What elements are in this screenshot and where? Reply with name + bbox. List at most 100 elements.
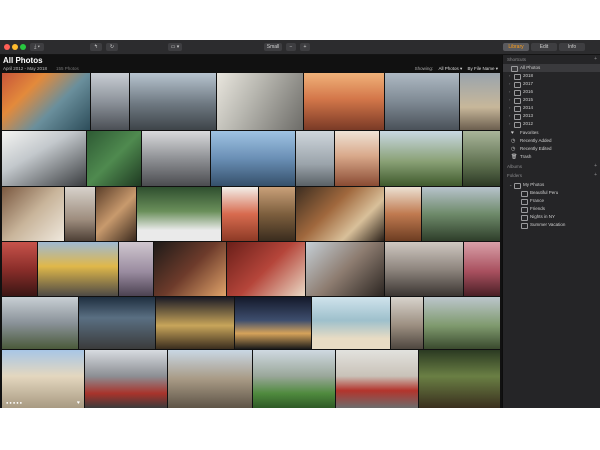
sidebar-item-all-photos[interactable]: All Photos [503,64,600,72]
minimize-window-button[interactable] [12,44,18,50]
sidebar-item-label: 2014 [523,105,534,110]
photo-thumbnail[interactable] [154,242,226,296]
chevron-right-icon[interactable]: › [509,88,510,96]
photo-thumbnail[interactable] [380,131,462,186]
photo-thumbnail[interactable] [259,187,295,241]
sidebar-item-2015[interactable]: › 2015 [503,96,600,104]
photo-thumbnail[interactable] [422,187,500,241]
photo-thumbnail[interactable] [385,242,463,296]
sort-dropdown[interactable]: By File Name ▾ [467,66,498,71]
photo-thumbnail[interactable] [217,73,303,130]
photo-thumbnail[interactable] [304,73,384,130]
photo-thumbnail[interactable] [137,187,221,241]
photo-thumbnail[interactable] [419,350,500,408]
close-window-button[interactable] [4,44,10,50]
sidebar-item-2012[interactable]: › 2012 [503,120,600,128]
photo-thumbnail[interactable] [2,73,90,130]
photo-thumbnail[interactable] [464,242,500,296]
zoom-out-button[interactable]: − [286,43,296,51]
photo-thumbnail[interactable] [385,187,421,241]
tab-info[interactable]: Info [559,43,585,51]
chevron-right-icon[interactable]: › [509,96,510,104]
sidebar-item-france[interactable]: France [503,197,600,205]
photo-thumbnail[interactable] [336,350,418,408]
sidebar-item-2018[interactable]: › 2018 [503,72,600,80]
photo-thumbnail[interactable] [130,73,216,130]
photo-thumbnail[interactable] [2,187,64,241]
clock-icon: ◷ [511,138,516,144]
photo-thumbnail[interactable] [424,297,500,349]
heart-icon[interactable]: ♥ [77,400,80,406]
showing-label: Showing: [414,66,434,71]
sidebar-item-2013[interactable]: › 2013 [503,112,600,120]
sidebar-item-beautiful-peru[interactable]: Beautiful Peru [503,189,600,197]
sidebar-item-trash[interactable]: 🗑 Trash [503,153,600,161]
filter-dropdown[interactable]: All Photos ▾ [438,66,462,71]
photo-thumbnail[interactable] [38,242,118,296]
photo-thumbnail[interactable] [460,73,500,130]
zoom-window-button[interactable] [20,44,26,50]
back-button[interactable]: ↰ [90,43,102,51]
add-shortcut-button[interactable]: + [594,56,597,62]
photo-thumbnail[interactable] [391,297,423,349]
chevron-right-icon[interactable]: › [509,80,510,88]
photo-thumbnail[interactable] [306,242,384,296]
photo-thumbnail[interactable] [222,187,258,241]
sidebar-item-label: 2018 [523,73,534,78]
photo-thumbnail[interactable] [2,242,37,296]
sidebar-item-label: Summer Vacation [530,222,566,227]
library-sidebar: Shortcuts + All Photos › 2018 › 2017 › 2… [502,55,600,408]
chevron-down-icon[interactable]: ⌄ [509,181,512,189]
sidebar-item-friends[interactable]: Friends [503,205,600,213]
sidebar-item-summer-vacation[interactable]: Summer Vacation [503,221,600,229]
tab-edit[interactable]: Edit [531,43,557,51]
photo-thumbnail[interactable] [463,131,500,186]
photo-thumbnail[interactable] [296,187,384,241]
photo-thumbnail[interactable] [227,242,305,296]
thumbnail-size-button[interactable]: Small [264,43,282,51]
sidebar-item-label: Nights in NY [530,214,556,219]
chevron-right-icon[interactable]: › [509,112,510,120]
photo-thumbnail[interactable] [2,297,78,349]
sidebar-item-nights-in-ny[interactable]: Nights in NY [503,213,600,221]
chevron-right-icon[interactable]: › [509,72,510,80]
photo-thumbnail[interactable] [142,131,210,186]
photo-thumbnail[interactable] [85,350,167,408]
sidebar-item-2017[interactable]: › 2017 [503,80,600,88]
photo-thumbnail[interactable]: ●●●●● ♥ [2,350,84,408]
sidebar-item-favorites[interactable]: ♥ Favorites [503,129,600,137]
photo-thumbnail[interactable] [168,350,252,408]
photo-thumbnail[interactable] [119,242,153,296]
tab-library[interactable]: Library [503,43,529,51]
add-folder-button[interactable]: + [594,172,597,178]
photo-thumbnail[interactable] [235,297,311,349]
sidebar-item-2016[interactable]: › 2016 [503,88,600,96]
sidebar-item-2014[interactable]: › 2014 [503,104,600,112]
sidebar-item-recently-added[interactable]: ◷ Recently Added [503,137,600,145]
photo-thumbnail[interactable] [211,131,295,186]
photo-thumbnail[interactable] [385,73,459,130]
photo-thumbnail[interactable] [253,350,335,408]
photo-thumbnail[interactable] [79,297,155,349]
photo-thumbnail[interactable] [87,131,141,186]
photo-thumbnail[interactable] [296,131,334,186]
import-button[interactable]: ⤓ ▾ [30,43,44,51]
chevron-right-icon[interactable]: › [509,120,510,128]
add-album-button[interactable]: + [594,163,597,169]
chevron-right-icon[interactable]: › [509,104,510,112]
view-options: Showing: All Photos ▾ By File Name ▾ [415,66,498,72]
rotate-button[interactable]: ↻ [106,43,118,51]
layout-button[interactable]: ▭ ▾ [168,43,182,51]
sidebar-item-recently-edited[interactable]: ◷ Recently Edited [503,145,600,153]
albums-heading: Albums [507,164,523,169]
photo-thumbnail[interactable] [335,131,379,186]
photo-thumbnail[interactable] [91,73,129,130]
photo-thumbnail[interactable] [156,297,234,349]
photo-thumbnail[interactable] [65,187,95,241]
photo-thumbnail[interactable] [96,187,136,241]
zoom-in-button[interactable]: + [300,43,310,51]
photo-thumbnail[interactable] [2,131,86,186]
photo-thumbnail[interactable] [312,297,390,349]
sidebar-item-my-photos[interactable]: ⌄ My Photos [503,181,600,189]
sidebar-item-label: 2012 [523,121,534,126]
